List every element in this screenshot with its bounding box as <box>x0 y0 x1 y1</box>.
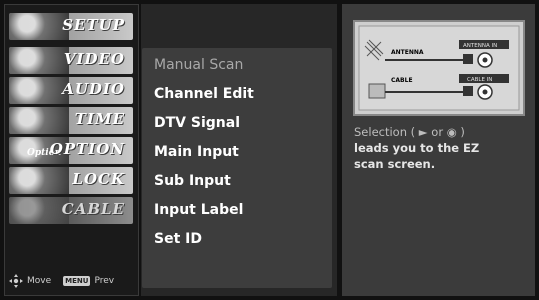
help-line-1: Selection ( ► or ◉ ) <box>354 125 465 139</box>
menu-item-channel-edit[interactable]: Channel Edit <box>154 86 254 102</box>
tab-setup[interactable]: SETUP <box>9 13 133 40</box>
menu-item-dtv-signal[interactable]: DTV Signal <box>154 115 240 131</box>
tab-label: VIDEO <box>63 50 125 68</box>
tab-label: OPTION <box>49 140 125 158</box>
tab-label: LOCK <box>72 170 125 188</box>
tab-label: CABLE <box>61 200 125 218</box>
menu-item-set-id[interactable]: Set ID <box>154 231 202 247</box>
audio-icon <box>9 77 69 104</box>
tv-menu-screen: SETUP VIDEO AUDIO TIME Option OPTION LOC… <box>0 0 539 300</box>
lock-icon <box>9 167 69 194</box>
video-icon <box>9 47 69 74</box>
antenna-in-label: ANTENNA IN <box>463 43 497 49</box>
time-icon <box>9 107 69 134</box>
tab-audio[interactable]: AUDIO <box>9 77 133 104</box>
tab-label: TIME <box>74 110 125 128</box>
menu-key-badge: MENU <box>63 276 91 286</box>
move-label: Move <box>27 276 52 286</box>
help-line-3: scan screen. <box>354 157 436 171</box>
prev-label: Prev <box>94 276 115 286</box>
nav-hint: Move MENU Prev <box>9 271 137 291</box>
tab-video[interactable]: VIDEO <box>9 47 133 74</box>
tab-option[interactable]: Option OPTION <box>9 137 133 164</box>
menu-item-main-input[interactable]: Main Input <box>154 144 239 160</box>
tab-time[interactable]: TIME <box>9 107 133 134</box>
menu-item-input-label[interactable]: Input Label <box>154 202 243 218</box>
cable-label: CABLE <box>391 77 413 84</box>
tab-label: AUDIO <box>62 80 125 98</box>
cable-box-icon <box>368 83 386 99</box>
help-text: Selection ( ► or ◉ ) leads you to the EZ… <box>354 124 532 172</box>
menu-item-sub-input[interactable]: Sub Input <box>154 173 231 189</box>
menu-item-manual-scan[interactable]: Manual Scan <box>154 57 243 73</box>
menu-tabs-rail: SETUP VIDEO AUDIO TIME Option OPTION LOC… <box>4 4 139 296</box>
move-arrows-icon <box>9 274 23 288</box>
antenna-label: ANTENNA <box>391 49 424 56</box>
connection-diagram: ANTENNA ANTENNA IN CABLE CABLE IN <box>353 20 525 116</box>
setup-icon <box>9 13 69 40</box>
cable-in-label: CABLE IN <box>467 77 492 83</box>
tab-lock[interactable]: LOCK <box>9 167 133 194</box>
cable-icon <box>9 197 69 224</box>
tab-cable[interactable]: CABLE <box>9 197 133 224</box>
tab-label: SETUP <box>62 16 125 34</box>
cable-submenu: Manual Scan Channel Edit DTV Signal Main… <box>142 48 332 288</box>
help-line-2: leads you to the EZ <box>354 141 480 155</box>
